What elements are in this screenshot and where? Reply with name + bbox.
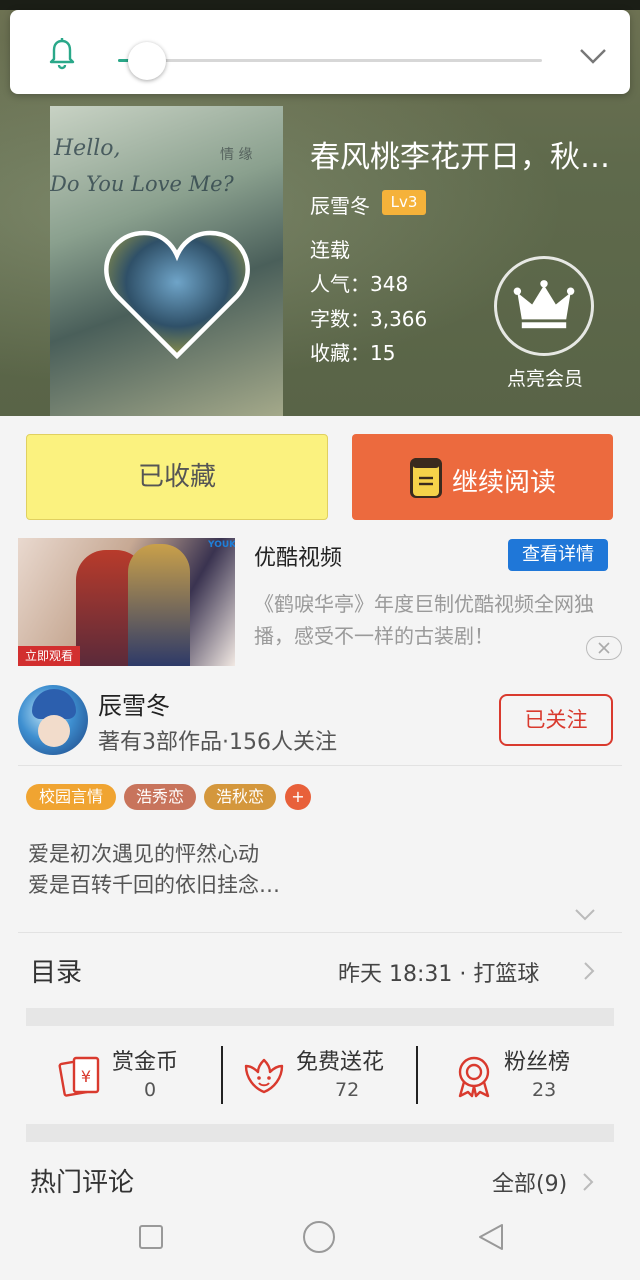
tag-item[interactable]: 浩秋恋 (204, 784, 276, 810)
intro-line-2: 爱是百转千回的依旧挂念… (28, 873, 280, 897)
book-popularity: 人气：348 (310, 272, 409, 296)
favorited-button[interactable]: 已收藏 (26, 434, 328, 520)
author-meta: 著有3部作品·156人关注 (98, 730, 337, 755)
book-word-count: 字数：3,366 (310, 307, 428, 331)
volume-slider-track[interactable] (118, 59, 542, 62)
vip-label[interactable]: 点亮会员 (500, 364, 590, 391)
vip-button[interactable] (494, 256, 594, 356)
crown-icon (513, 280, 575, 329)
ad-description[interactable]: 《鹤唳华亭》年度巨制优酷视频全网独播，感受不一样的古装剧！ (254, 588, 614, 652)
tag-item[interactable]: 浩秀恋 (124, 784, 196, 810)
reward-label[interactable]: 赏金币 (112, 1044, 178, 1076)
avatar-face (38, 715, 70, 747)
fan-count: 23 (532, 1079, 557, 1101)
cover-text-right: 情 缘 (220, 147, 253, 163)
expand-chevron-icon[interactable] (574, 908, 596, 922)
level-badge: Lv3 (382, 190, 426, 215)
recent-apps-icon[interactable] (138, 1224, 164, 1250)
header-author-name[interactable]: 辰雪冬 (310, 190, 370, 219)
continue-reading-button[interactable]: 继续阅读 (352, 434, 613, 520)
status-bar (0, 0, 640, 10)
intro-line-1: 爱是初次遇见的怦然心动 (28, 842, 259, 866)
bell-icon[interactable] (42, 32, 82, 72)
catalog-title[interactable]: 目录 (30, 952, 82, 989)
chevron-right-icon[interactable] (582, 1172, 594, 1192)
author-name[interactable]: 辰雪冬 (98, 686, 170, 721)
book-icon (410, 458, 442, 498)
book-title: 春风桃李花开日，秋… (310, 140, 610, 175)
fan-ranking-label[interactable]: 粉丝榜 (504, 1044, 570, 1076)
book-status: 连载 (310, 238, 350, 262)
catalog-latest-chapter[interactable]: 昨天 18:31 · 打篮球 (338, 956, 539, 988)
cover-text-hello: Hello, (54, 136, 121, 161)
medal-icon[interactable] (452, 1054, 496, 1098)
send-flower-label[interactable]: 免费送花 (296, 1044, 384, 1076)
ad-close-button[interactable] (586, 636, 622, 660)
reward-count: 0 (144, 1079, 157, 1101)
cover-text-love: Do You Love Me? (50, 172, 234, 196)
close-icon (598, 642, 610, 654)
section-band (26, 1008, 614, 1026)
flower-count: 72 (335, 1079, 360, 1101)
chevron-right-icon[interactable] (583, 961, 595, 981)
continue-reading-label: 继续阅读 (452, 468, 557, 498)
home-icon[interactable] (302, 1220, 336, 1254)
divider (18, 765, 622, 766)
divider (416, 1046, 418, 1104)
divider (18, 932, 622, 933)
tag-add-button[interactable]: + (285, 784, 311, 810)
back-icon[interactable] (476, 1222, 506, 1252)
volume-popup (10, 10, 630, 94)
chevron-down-icon[interactable] (578, 46, 608, 66)
system-nav-bar (0, 1198, 640, 1280)
heart-frame-icon (104, 230, 250, 360)
ad-brand: 优酷视频 (254, 546, 343, 571)
ad-image[interactable]: YOUKU 立即观看 (18, 538, 235, 666)
section-band (26, 1124, 614, 1142)
ad-figure-right (128, 544, 190, 666)
red-envelope-icon[interactable]: ¥ (58, 1054, 102, 1098)
ad-watch-badge: 立即观看 (18, 646, 80, 666)
author-avatar[interactable] (18, 685, 88, 755)
volume-slider-thumb[interactable] (128, 42, 166, 80)
divider (221, 1046, 223, 1104)
tag-item[interactable]: 校园言情 (26, 784, 116, 810)
book-favorites: 收藏：15 (310, 341, 396, 365)
all-comments-link[interactable]: 全部(9) (492, 1166, 567, 1198)
book-cover[interactable]: Hello, Do You Love Me? 情 缘 (50, 106, 283, 416)
svg-text:¥: ¥ (81, 1067, 91, 1086)
follow-button[interactable]: 已关注 (499, 694, 613, 746)
ad-logo: YOUKU (208, 540, 235, 550)
ad-detail-button[interactable]: 查看详情 (508, 539, 608, 571)
flower-icon[interactable] (242, 1054, 286, 1098)
hot-comments-title: 热门评论 (30, 1168, 135, 1198)
